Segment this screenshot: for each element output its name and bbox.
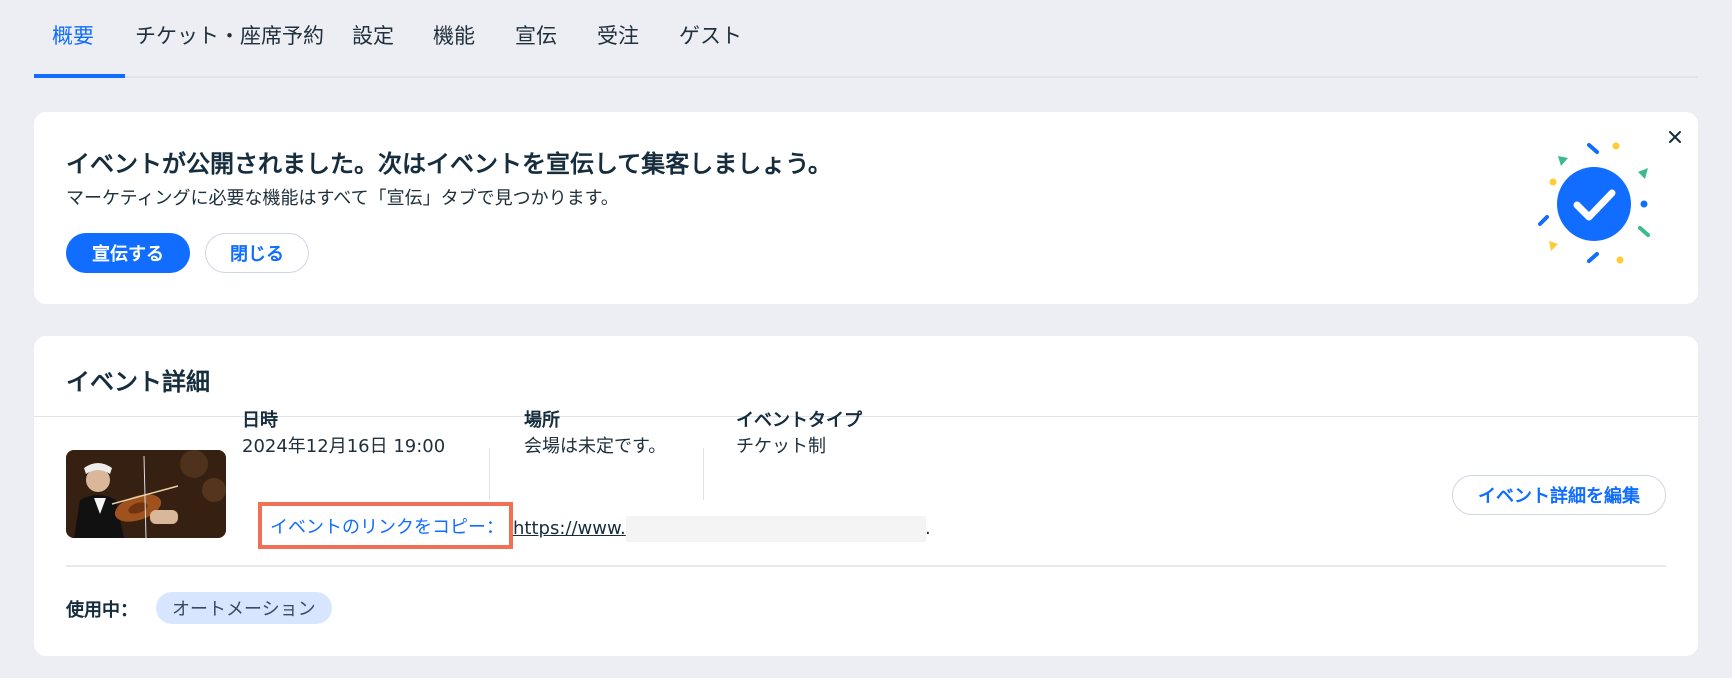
copy-event-link[interactable]: イベントのリンクをコピー： (270, 513, 504, 539)
checkmark-celebration-icon (1538, 142, 1650, 264)
event-url-suffix: . (925, 518, 931, 539)
published-banner: イベントが公開されました。次はイベントを宣伝して集客しましょう。 マーケティング… (34, 112, 1698, 304)
tab-features[interactable]: 機能 (433, 20, 475, 50)
tab-overview[interactable]: 概要 (52, 20, 94, 50)
tab-settings[interactable]: 設定 (352, 20, 394, 50)
event-thumbnail (66, 450, 226, 538)
banner-description: マーケティングに必要な機能はすべて「宣伝」タブで見つかります。 (66, 188, 619, 209)
dismiss-button[interactable]: 閉じる (205, 233, 309, 273)
event-details-card: イベント詳細 日時 2024年12月16日 19:00 場所 会場は未定です。 … (34, 336, 1698, 656)
location-value: 会場は未定です。 (524, 436, 667, 457)
tab-orders[interactable]: 受注 (597, 20, 639, 50)
event-type-value: チケット制 (736, 436, 826, 457)
divider (703, 448, 704, 500)
edit-event-details-button[interactable]: イベント詳細を編集 (1452, 475, 1666, 515)
tab-tickets-seating[interactable]: チケット・座席予約 (135, 20, 324, 50)
url-redacted (626, 516, 926, 542)
location-label: 場所 (524, 410, 560, 431)
banner-title: イベントが公開されました。次はイベントを宣伝して集客しましょう。 (66, 150, 832, 178)
event-url-link[interactable]: https://www. (513, 518, 626, 539)
divider (34, 416, 1698, 417)
date-value: 2024年12月16日 19:00 (242, 436, 446, 457)
tab-guests[interactable]: ゲスト (679, 20, 742, 50)
automation-tag[interactable]: オートメーション (156, 592, 332, 624)
date-label: 日時 (242, 410, 278, 431)
active-tab-indicator (34, 74, 125, 78)
close-icon[interactable] (1666, 128, 1684, 146)
divider (489, 448, 490, 500)
copy-link-highlight: イベントのリンクをコピー： (258, 502, 513, 549)
event-type-label: イベントタイプ (736, 410, 862, 431)
tab-bar: 概要 チケット・座席予約 設定 機能 宣伝 受注 ゲスト (34, 0, 1698, 78)
promote-button[interactable]: 宣伝する (66, 233, 190, 273)
event-details-title: イベント詳細 (66, 368, 210, 396)
divider (66, 565, 1666, 567)
in-use-label: 使用中： (66, 600, 138, 621)
tab-promotion[interactable]: 宣伝 (515, 20, 557, 50)
